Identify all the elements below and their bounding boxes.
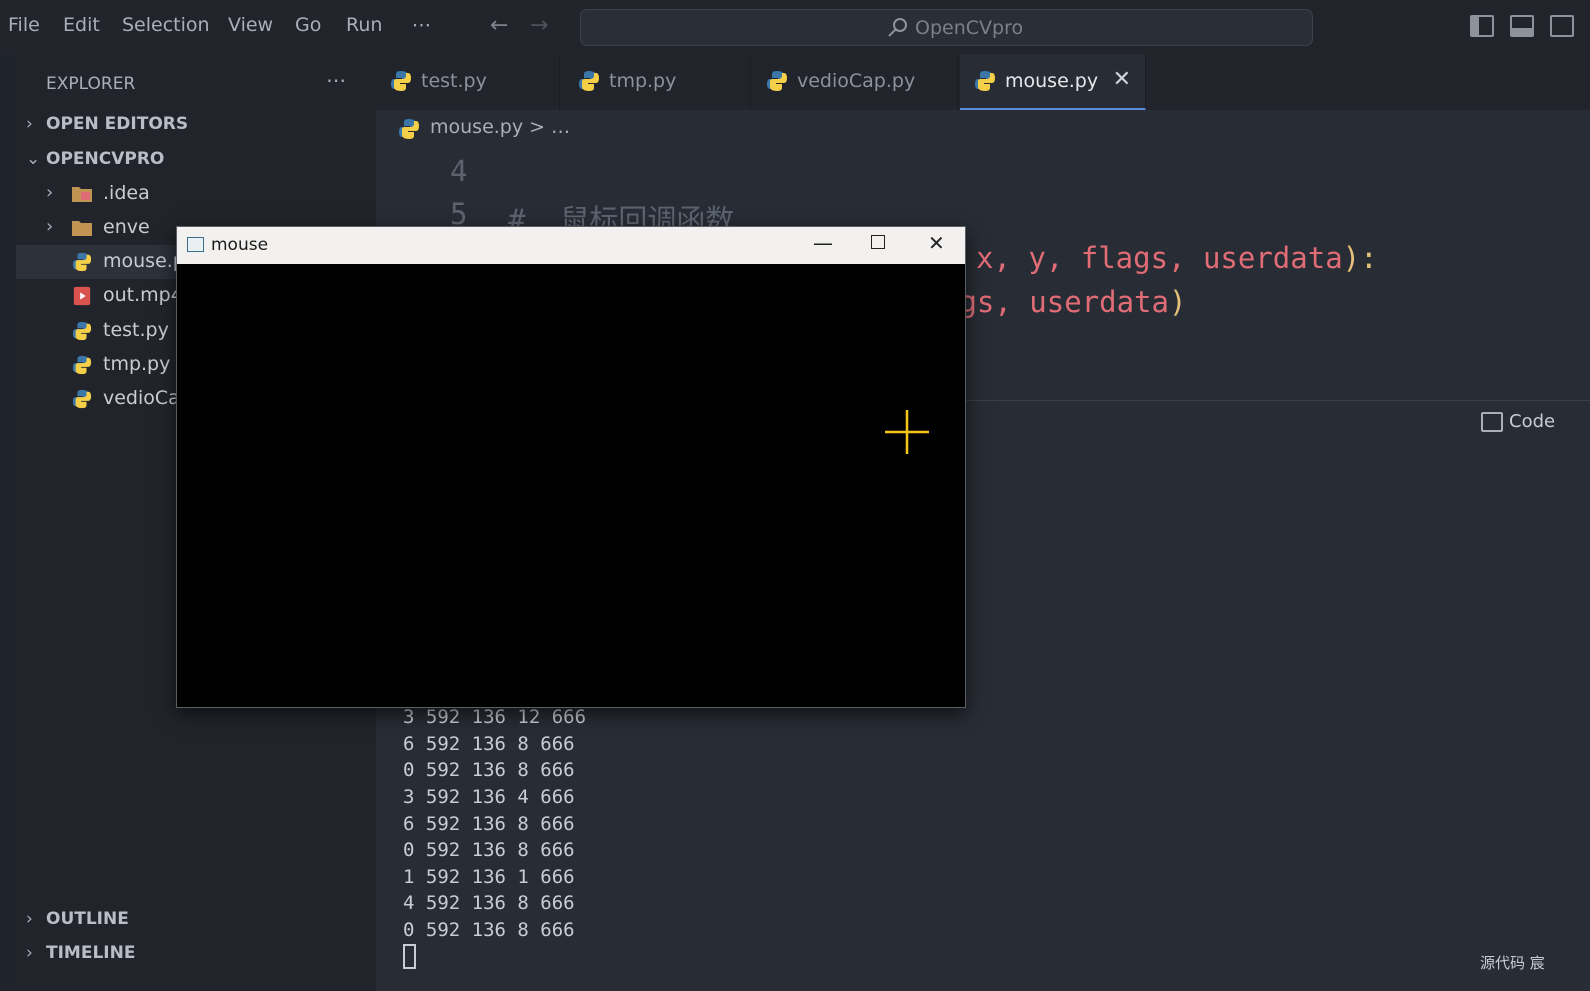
- folder-icon: [72, 221, 92, 236]
- toggle-secondary-sidebar-icon[interactable]: [1550, 15, 1574, 37]
- tab-label: vedioCap.py: [797, 70, 916, 92]
- params-text: x, y, flags, userdata: [976, 241, 1343, 275]
- terminal-cursor: [403, 944, 416, 969]
- terminal-line: 0 592 136 8 666: [403, 839, 575, 861]
- menu-selection[interactable]: Selection: [122, 14, 210, 36]
- terminal-icon: [1481, 412, 1503, 432]
- tab-vediocap-py[interactable]: vedioCap.py: [752, 54, 958, 110]
- close-icon[interactable]: ✕: [1113, 67, 1131, 92]
- tree-label: tmp.py: [103, 353, 171, 375]
- tree-label: enve: [103, 216, 150, 238]
- window-titlebar[interactable]: mouse — ✕: [177, 227, 965, 264]
- tab-mouse-py[interactable]: mouse.py ✕: [960, 54, 1146, 110]
- menu-file[interactable]: File: [8, 14, 40, 36]
- crosshair-icon: [885, 410, 929, 454]
- tab-tmp-py[interactable]: tmp.py: [564, 54, 751, 110]
- terminal-line: 3 592 136 4 666: [403, 786, 575, 808]
- terminal-line: 3 592 136 12 666: [403, 706, 587, 728]
- menu-go[interactable]: Go: [295, 14, 321, 36]
- title-bar: File Edit Selection View Go Run ⋯ ← → Op…: [0, 0, 1590, 54]
- tree-item-idea[interactable]: › .idea: [16, 177, 376, 211]
- forward-arrow-icon[interactable]: →: [530, 13, 548, 38]
- python-file-icon: [767, 71, 787, 91]
- toggle-panel-icon[interactable]: [1510, 15, 1534, 37]
- video-file-icon: [73, 286, 91, 306]
- chevron-right-icon: ›: [46, 182, 54, 203]
- terminal-line: 4 592 136 8 666: [403, 892, 575, 914]
- terminal-code-button[interactable]: Code: [1481, 411, 1555, 432]
- menu-edit[interactable]: Edit: [63, 14, 100, 36]
- python-file-icon: [399, 119, 419, 139]
- line-number: 4: [450, 154, 468, 188]
- outline-label: OUTLINE: [46, 909, 129, 929]
- command-center-search[interactable]: OpenCVpro: [580, 9, 1313, 46]
- app-icon: [187, 237, 204, 252]
- opencv-mouse-window[interactable]: mouse — ✕: [176, 226, 966, 708]
- chevron-down-icon: ⌄: [26, 149, 41, 169]
- search-icon: [888, 18, 907, 37]
- code-print-params: ags, userdata): [942, 285, 1187, 319]
- python-file-icon: [391, 71, 411, 91]
- window-title: mouse: [211, 235, 269, 255]
- timeline-label: TIMELINE: [46, 943, 136, 963]
- maximize-icon[interactable]: [871, 235, 885, 249]
- terminal-line: 6 592 136 8 666: [403, 733, 575, 755]
- open-editors-label: OPEN EDITORS: [46, 114, 189, 134]
- menu-view[interactable]: View: [228, 14, 273, 36]
- back-arrow-icon[interactable]: ←: [490, 13, 508, 38]
- python-file-icon: [72, 389, 92, 409]
- terminal-line: 0 592 136 8 666: [403, 919, 575, 941]
- chevron-right-icon: ›: [26, 943, 33, 963]
- python-file-icon: [975, 71, 995, 91]
- search-text: OpenCVpro: [915, 17, 1024, 39]
- code-def-params: x, y, flags, userdata):: [976, 241, 1378, 275]
- open-editors-section[interactable]: › OPEN EDITORS: [26, 114, 188, 134]
- tab-label: test.py: [421, 70, 487, 92]
- idea-folder-icon: [72, 187, 92, 202]
- project-section[interactable]: ⌄ OPENCVPRO: [26, 149, 164, 169]
- breadcrumb-file: mouse.py: [430, 116, 524, 138]
- close-icon[interactable]: ✕: [928, 231, 945, 255]
- chevron-right-icon: ›: [26, 909, 33, 929]
- minimize-icon[interactable]: —: [813, 231, 833, 255]
- tab-test-py[interactable]: test.py: [376, 54, 560, 110]
- terminal-button-label: Code: [1509, 411, 1556, 432]
- project-label: OPENCVPRO: [46, 149, 165, 169]
- menu-more[interactable]: ⋯: [412, 14, 431, 36]
- python-file-icon: [72, 252, 92, 272]
- timeline-section[interactable]: › TIMELINE: [26, 943, 135, 963]
- terminal-line: 6 592 136 8 666: [403, 813, 575, 835]
- editor-tab-bar: test.py tmp.py vedioCap.py mouse.py ✕: [376, 54, 1590, 110]
- python-file-icon: [579, 71, 599, 91]
- menu-run[interactable]: Run: [346, 14, 382, 36]
- chevron-right-icon: ›: [46, 216, 54, 237]
- tree-label: out.mp4: [103, 284, 183, 306]
- breadcrumb-rest: > …: [529, 116, 571, 138]
- explorer-more-button[interactable]: ⋯: [326, 68, 347, 92]
- explorer-title: EXPLORER: [46, 74, 136, 94]
- terminal-line: 1 592 136 1 666: [403, 866, 575, 888]
- tab-label: mouse.py: [1005, 70, 1099, 92]
- python-file-icon: [72, 321, 92, 341]
- params-text: ags, userdata: [942, 285, 1169, 319]
- tree-label: .idea: [103, 182, 150, 204]
- tree-label: test.py: [103, 319, 169, 341]
- toggle-sidebar-icon[interactable]: [1470, 15, 1494, 37]
- terminal-line: 0 592 136 8 666: [403, 759, 575, 781]
- python-file-icon: [72, 355, 92, 375]
- watermark: 源代码 宸: [1480, 954, 1545, 972]
- chevron-right-icon: ›: [26, 114, 33, 134]
- tab-label: tmp.py: [609, 70, 677, 92]
- outline-section[interactable]: › OUTLINE: [26, 909, 129, 929]
